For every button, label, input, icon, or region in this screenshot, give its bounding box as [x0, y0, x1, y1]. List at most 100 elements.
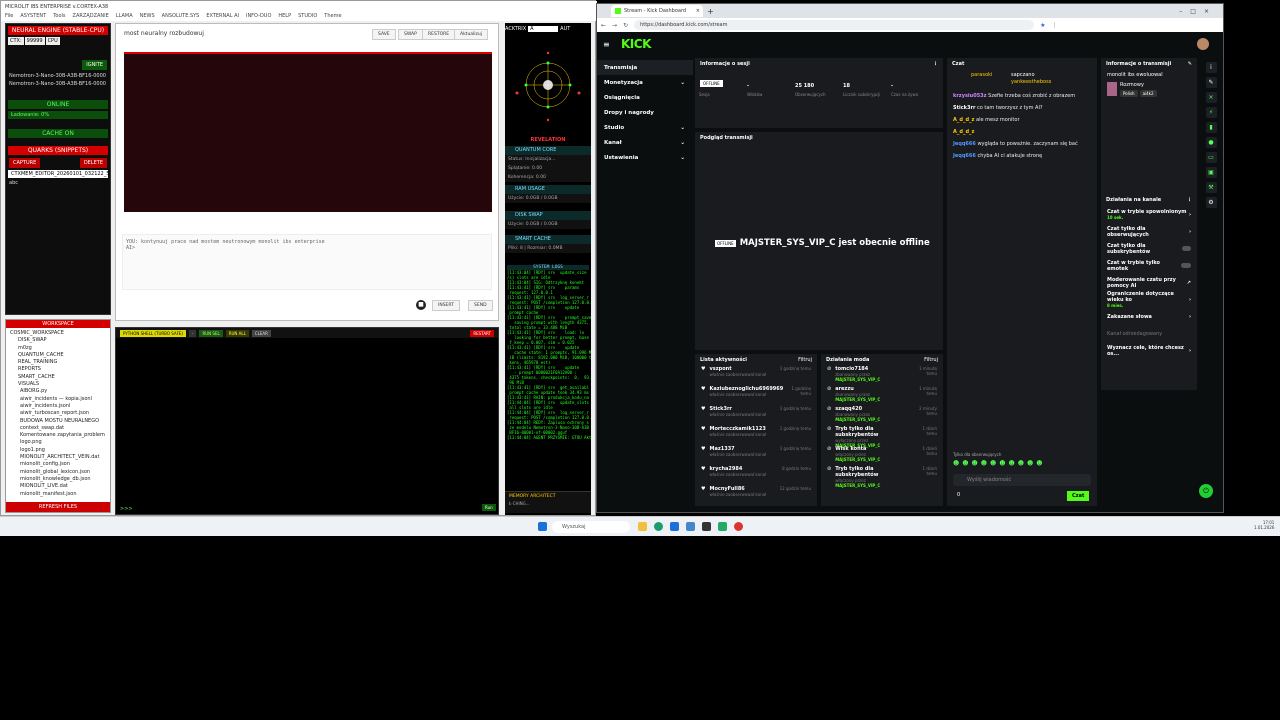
chat-bubble-icon[interactable]: ●: [1205, 137, 1217, 148]
channel-action-item[interactable]: Ograniczenie dotyczące wieku ko 8 mies. ›: [1101, 291, 1197, 308]
mod-by[interactable]: MAJSTER_SYS_VIP_C: [835, 483, 880, 488]
channel-action-item[interactable]: Moderowanie czatu przy pomocy AI ↗: [1101, 274, 1197, 291]
save-button[interactable]: SAVE: [372, 29, 396, 40]
menu-item[interactable]: ANSOLUTE.SYS: [162, 13, 200, 20]
tree-item[interactable]: SMART_CACHE: [10, 374, 106, 381]
forward-icon[interactable]: →: [612, 22, 617, 29]
channel-action-item[interactable]: Czat tylko dla obserwujących ›: [1101, 223, 1197, 240]
reload-icon[interactable]: ↻: [623, 22, 628, 29]
avatar[interactable]: [1197, 38, 1209, 50]
tree-item[interactable]: mionolit_config.json: [10, 461, 106, 468]
list-item[interactable]: ♥ vszpont właśnie zaobserwował kanał 1 godz…: [695, 366, 817, 386]
restore-button[interactable]: RESTORE: [422, 29, 456, 40]
menu-item[interactable]: INFO-DUO: [246, 13, 271, 20]
close-icon[interactable]: ×: [1205, 92, 1217, 103]
power-icon[interactable]: ⏻: [1199, 484, 1213, 498]
browser-tab[interactable]: Stream - Kick Dashboard ×: [611, 5, 703, 17]
channel-action-item[interactable]: Czat tylko dla subskrybentów: [1101, 240, 1197, 257]
insert-button[interactable]: INSERT: [432, 300, 460, 311]
capture-button[interactable]: CAPTURE: [9, 158, 41, 168]
chat-username[interactable]: Jeqq666: [953, 153, 976, 159]
new-tab-icon[interactable]: +: [707, 7, 714, 16]
more-icon[interactable]: ⋮: [933, 61, 938, 67]
mod-filter-button[interactable]: Filtruj: [924, 357, 938, 363]
list-item[interactable]: ⊘ Wisk konta włączony przez MAJSTER_SYS_VI…: [821, 446, 943, 466]
mod-by[interactable]: MAJSTER_SYS_VIP_C: [835, 397, 880, 402]
actrix-select[interactable]: A: [528, 26, 559, 32]
clock[interactable]: 17:01 1.01.2026: [1254, 520, 1274, 530]
chat-username[interactable]: Jeqq666: [953, 141, 976, 147]
list-item[interactable]: ⊘ szaqq420 zbanowany przez MAJSTER_SYS_VIP…: [821, 406, 943, 426]
list-item[interactable]: ⊘ Tryb tylko dla subskrybentów włączony pr…: [821, 466, 943, 488]
menu-item[interactable]: EXTERNAL AI: [206, 13, 239, 20]
lightning-icon[interactable]: ⚡: [1205, 107, 1217, 118]
back-icon[interactable]: ←: [601, 22, 606, 29]
nav-item[interactable]: Dropy i nagrody: [597, 105, 693, 120]
mod-by[interactable]: MAJSTER_SYS_VIP_C: [835, 417, 880, 422]
file-explorer-icon[interactable]: [638, 522, 647, 531]
list-item[interactable]: ♥ MocnyFull86 właśnie zaobserwował kanał 12…: [695, 486, 817, 506]
cpu-toggle[interactable]: CPU: [45, 37, 60, 45]
ignite-button[interactable]: IGNITE: [82, 60, 107, 70]
close-tab-icon[interactable]: ×: [696, 8, 700, 14]
delete-button[interactable]: DELETE: [79, 158, 107, 168]
menu-item[interactable]: Theme: [324, 13, 341, 20]
mod-target[interactable]: Tryb tylko dla subskrybentów: [835, 426, 909, 438]
list-item[interactable]: ⊘ tomcio7184 zbanowany przez MAJSTER_SYS_V…: [821, 366, 943, 386]
tree-item[interactable]: DISK_SWAP: [10, 337, 106, 344]
tree-item[interactable]: QUANTUM_CACHE: [10, 352, 106, 359]
taskbar-search[interactable]: Wyszukaj: [552, 521, 630, 533]
channel-action-item[interactable]: Czat w trybie tylko emotek: [1101, 257, 1197, 274]
tree-item[interactable]: mionolit_knowledge_db.json: [10, 476, 106, 483]
mod-target[interactable]: Tryb tylko dla subskrybentów: [835, 466, 909, 478]
terminal-tab[interactable]: PYTHON SHELL (TURBO SAFE): [120, 329, 186, 337]
snippet-item-abc[interactable]: abc: [6, 179, 110, 187]
menu-item[interactable]: NEWS: [140, 13, 155, 20]
tree-item[interactable]: logo1.png: [10, 447, 106, 454]
run-all-button[interactable]: RUN ALL: [225, 329, 249, 337]
chat-username[interactable]: A_d_d_z: [953, 117, 974, 123]
chat-input[interactable]: Wyślij wiadomość: [953, 474, 1091, 486]
tree-item[interactable]: BUDOWA MOSTU NEURALNEGO: [10, 418, 106, 425]
activity-filter-button[interactable]: Filtruj: [798, 357, 812, 363]
tree-item[interactable]: logo.png: [10, 439, 106, 446]
list-item[interactable]: ♥ Mortecczkamik1123 właśnie zaobserwował k…: [695, 426, 817, 446]
start-icon[interactable]: [538, 522, 547, 531]
swap-button[interactable]: SWAP: [398, 29, 423, 40]
tree-item[interactable]: MIONOLIT_ARCHITECT_VEIN.dat: [10, 454, 106, 461]
save-icon[interactable]: ▣: [1205, 167, 1217, 178]
kick-logo[interactable]: KICK: [621, 37, 651, 51]
tree-item[interactable]: context_swap.dat: [10, 425, 106, 432]
tree-item[interactable]: REPORTS: [10, 366, 106, 373]
chat-username[interactable]: krzysiu053z: [953, 93, 987, 99]
window-controls-icon[interactable]: –□×: [1179, 8, 1217, 15]
url-field[interactable]: https://dashboard.kick.com/stream: [634, 20, 1035, 30]
tree-item[interactable]: REAL_TRAINING: [10, 359, 106, 366]
nav-item[interactable]: Studio ⌄: [597, 120, 693, 135]
restart-button[interactable]: RESTART: [470, 329, 494, 337]
run-button[interactable]: Run: [482, 504, 496, 511]
bookmark-star-icon[interactable]: ★: [1040, 22, 1045, 29]
edge-icon[interactable]: [654, 522, 663, 531]
channel-action-item[interactable]: Czat w trybie spowolnionym 10 sek. ›: [1101, 206, 1197, 223]
menu-item[interactable]: STUDIO: [298, 13, 317, 20]
list-item[interactable]: ♥ Stick3rr właśnie zaobserwował kanał 1 god…: [695, 406, 817, 426]
info-icon[interactable]: i: [1205, 62, 1217, 73]
store-icon[interactable]: [670, 522, 679, 531]
auto-toggle[interactable]: AUT: [560, 26, 570, 32]
tree-item[interactable]: Komentowane zapytania_problem: [10, 432, 106, 439]
workspace-tree[interactable]: COSMIC_WORKSPACE DISK_SWAP m0zg QUANTUM_CAC…: [6, 328, 110, 498]
toggle-switch[interactable]: [1182, 246, 1191, 251]
app-icon-2[interactable]: [718, 522, 727, 531]
menu-item[interactable]: File: [5, 13, 13, 20]
nav-item[interactable]: Osiągnięcia: [597, 90, 693, 105]
menu-item[interactable]: ZARZĄDZANIE: [73, 13, 109, 20]
tree-item[interactable]: aiwir_incidents.jsonl: [10, 403, 106, 410]
run-sel-button[interactable]: RUN SEL: [199, 329, 223, 337]
list-item[interactable]: ⊘ Tryb tylko dla subskrybentów wyłączony p…: [821, 426, 943, 448]
nav-item[interactable]: Transmisja: [597, 60, 693, 75]
tree-item[interactable]: AIBORG.py: [10, 388, 106, 395]
send-button[interactable]: SEND: [468, 300, 493, 311]
terminal-prompt[interactable]: >>>: [120, 506, 133, 512]
list-item[interactable]: ♥ krycha2984 właśnie zaobserwował kanał 8 g…: [695, 466, 817, 486]
